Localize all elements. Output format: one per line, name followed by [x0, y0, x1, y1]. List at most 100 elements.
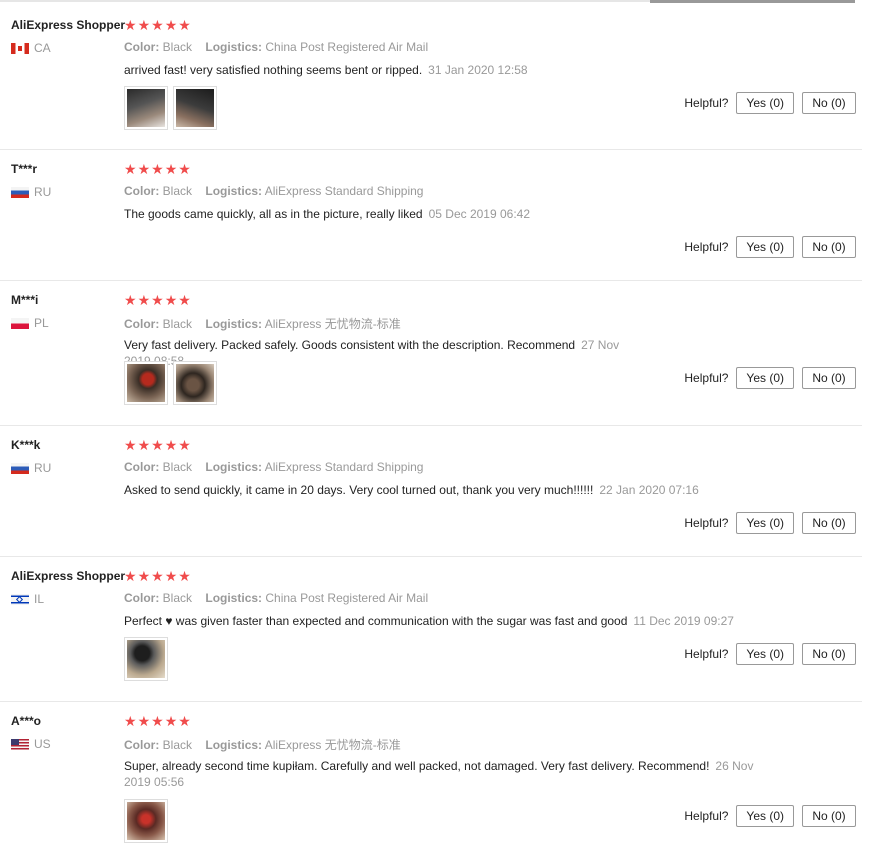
color-label: Color:: [124, 591, 160, 605]
review-photos: [124, 637, 168, 681]
helpful-vote: Helpful? Yes (0) No (0): [684, 805, 856, 827]
helpful-no-button[interactable]: No (0): [802, 367, 856, 389]
star-icon: ★: [151, 713, 164, 729]
flag-ca-icon: [11, 42, 29, 54]
review-photo-thumbnail[interactable]: [124, 86, 168, 130]
reviewer-country: PL: [11, 316, 49, 330]
review-photo-thumbnail[interactable]: [124, 637, 168, 681]
rating-stars: ★ ★ ★ ★ ★: [124, 293, 191, 307]
review-content: Perfect ♥ was given faster than expected…: [124, 613, 804, 629]
color-value: Black: [162, 184, 193, 198]
country-code: RU: [34, 461, 52, 475]
helpful-label: Helpful?: [684, 516, 729, 530]
order-info: Color: Black Logistics: China Post Regis…: [124, 40, 428, 54]
logistics-value: AliExpress 无忧物流-标准: [264, 317, 401, 331]
review-content: Asked to send quickly, it came in 20 day…: [124, 482, 744, 498]
helpful-yes-button[interactable]: Yes (0): [736, 92, 794, 114]
country-code: CA: [34, 41, 51, 55]
helpful-label: Helpful?: [684, 240, 729, 254]
helpful-yes-button[interactable]: Yes (0): [736, 367, 794, 389]
helpful-no-button[interactable]: No (0): [802, 805, 856, 827]
review-content: The goods came quickly, all as in the pi…: [124, 206, 644, 222]
helpful-label: Helpful?: [684, 371, 729, 385]
star-icon: ★: [151, 292, 164, 308]
helpful-label: Helpful?: [684, 809, 729, 823]
star-icon: ★: [124, 437, 137, 453]
logistics-value: AliExpress Standard Shipping: [264, 184, 424, 198]
review-content: arrived fast! very satisfied nothing see…: [124, 62, 644, 78]
color-value: Black: [162, 738, 193, 752]
star-icon: ★: [164, 17, 178, 33]
star-icon: ★: [164, 713, 178, 729]
review-photo-thumbnail[interactable]: [124, 361, 168, 405]
review-text: Super, already second time kupiłam. Care…: [124, 759, 710, 773]
star-icon: ★: [178, 161, 191, 177]
star-icon: ★: [164, 568, 178, 584]
reviewer-name: AliExpress Shopper: [11, 569, 126, 583]
review-date: 31 Jan 2020 12:58: [428, 63, 528, 77]
rating-stars: ★ ★ ★ ★ ★: [124, 714, 191, 728]
star-icon: ★: [137, 713, 151, 729]
star-icon: ★: [164, 437, 178, 453]
review-text: The goods came quickly, all as in the pi…: [124, 207, 423, 221]
reviewer-country: CA: [11, 41, 51, 55]
star-icon: ★: [137, 292, 151, 308]
star-icon: ★: [178, 17, 191, 33]
color-label: Color:: [124, 460, 160, 474]
country-code: PL: [34, 316, 49, 330]
flag-il-icon: [11, 593, 29, 605]
review-text: arrived fast! very satisfied nothing see…: [124, 63, 423, 77]
logistics-label: Logistics:: [205, 738, 263, 752]
flag-ru-icon: [11, 462, 29, 474]
review-photos: [124, 86, 217, 130]
order-info: Color: Black Logistics: AliExpress Stand…: [124, 460, 423, 474]
reviewer-country: RU: [11, 461, 51, 475]
review-date: 22 Jan 2020 07:16: [599, 483, 699, 497]
helpful-yes-button[interactable]: Yes (0): [736, 805, 794, 827]
color-value: Black: [162, 40, 193, 54]
helpful-no-button[interactable]: No (0): [802, 236, 856, 258]
helpful-no-button[interactable]: No (0): [802, 92, 856, 114]
logistics-value: China Post Registered Air Mail: [265, 591, 429, 605]
rating-stars: ★ ★ ★ ★ ★: [124, 162, 191, 176]
helpful-vote: Helpful? Yes (0) No (0): [684, 643, 856, 665]
helpful-yes-button[interactable]: Yes (0): [736, 512, 794, 534]
review-photos: [124, 361, 217, 405]
star-icon: ★: [124, 161, 137, 177]
logistics-label: Logistics:: [205, 40, 263, 54]
star-icon: ★: [124, 568, 137, 584]
star-icon: ★: [124, 292, 137, 308]
star-icon: ★: [178, 713, 191, 729]
review-photo-thumbnail[interactable]: [173, 361, 217, 405]
review-content: Super, already second time kupiłam. Care…: [124, 758, 764, 790]
star-icon: ★: [151, 437, 164, 453]
order-info: Color: Black Logistics: AliExpress 无忧物流-…: [124, 315, 401, 332]
color-label: Color:: [124, 40, 160, 54]
review-photo-thumbnail[interactable]: [173, 86, 217, 130]
star-icon: ★: [151, 17, 164, 33]
logistics-value: China Post Registered Air Mail: [265, 40, 429, 54]
review-item: M***i PL ★ ★ ★ ★ ★ Color: Black Logistics: A…: [0, 281, 862, 426]
helpful-yes-button[interactable]: Yes (0): [736, 643, 794, 665]
reviewer-country: US: [11, 737, 51, 751]
color-value: Black: [162, 460, 193, 474]
review-photo-thumbnail[interactable]: [124, 799, 168, 843]
order-info: Color: Black Logistics: China Post Regis…: [124, 591, 428, 605]
star-icon: ★: [137, 161, 151, 177]
helpful-vote: Helpful? Yes (0) No (0): [684, 512, 856, 534]
helpful-no-button[interactable]: No (0): [802, 643, 856, 665]
order-info: Color: Black Logistics: AliExpress Stand…: [124, 184, 423, 198]
helpful-no-button[interactable]: No (0): [802, 512, 856, 534]
color-label: Color:: [124, 317, 160, 331]
helpful-yes-button[interactable]: Yes (0): [736, 236, 794, 258]
logistics-value: AliExpress 无忧物流-标准: [264, 738, 401, 752]
logistics-label: Logistics:: [205, 591, 263, 605]
review-photos: [124, 799, 168, 843]
reviewer-name: T***r: [11, 162, 38, 176]
rating-stars: ★ ★ ★ ★ ★: [124, 438, 191, 452]
review-text: Very fast delivery. Packed safely. Goods…: [124, 338, 576, 352]
reviewer-name: M***i: [11, 293, 39, 307]
star-icon: ★: [124, 17, 137, 33]
top-divider: [0, 0, 876, 4]
logistics-label: Logistics:: [205, 317, 263, 331]
